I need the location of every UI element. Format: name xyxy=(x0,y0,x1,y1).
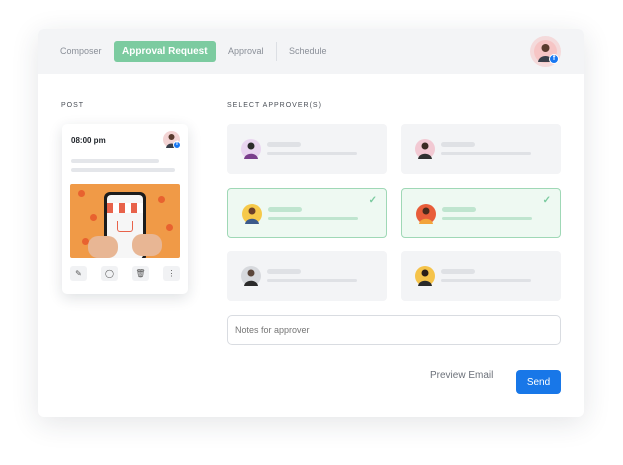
person-icon xyxy=(244,142,258,159)
approver-detail-placeholder xyxy=(442,217,532,220)
approver-name-placeholder xyxy=(441,142,475,147)
person-icon xyxy=(419,207,433,224)
orange-fruit xyxy=(90,214,97,221)
post-image xyxy=(70,184,180,258)
post-actions: ✎ ◯ 🗑 ⋮ xyxy=(70,266,180,282)
approver-name-placeholder xyxy=(441,269,475,274)
approver-card[interactable] xyxy=(401,251,561,301)
notes-for-approver-input[interactable] xyxy=(227,315,561,345)
post-preview-card[interactable]: 08:00 pm f ✎ ◯ 🗑 ⋮ xyxy=(62,124,188,294)
approver-card[interactable] xyxy=(227,124,387,174)
edit-icon[interactable]: ✎ xyxy=(70,266,87,281)
person-icon xyxy=(245,207,259,224)
hand-illustration xyxy=(132,234,162,256)
approver-card-selected[interactable]: ✓ xyxy=(401,188,561,238)
approver-name-placeholder xyxy=(268,207,302,212)
approver-detail-placeholder xyxy=(441,152,531,155)
approver-card[interactable] xyxy=(401,124,561,174)
approver-detail-placeholder xyxy=(267,279,357,282)
person-icon xyxy=(418,269,432,286)
approver-avatar xyxy=(241,139,261,159)
approver-avatar xyxy=(415,266,435,286)
post-section-label: POST xyxy=(61,102,85,109)
orange-fruit xyxy=(78,190,85,197)
approver-avatar xyxy=(416,204,436,224)
hand-illustration xyxy=(88,236,118,258)
approver-name-placeholder xyxy=(267,142,301,147)
approver-avatar xyxy=(242,204,262,224)
cart-icon xyxy=(117,221,133,232)
comment-icon[interactable]: ◯ xyxy=(101,266,118,281)
tab-approval[interactable]: Approval xyxy=(228,29,264,74)
text-placeholder-line xyxy=(71,168,175,172)
orange-fruit xyxy=(158,196,165,203)
preview-email-button[interactable]: Preview Email xyxy=(430,370,493,381)
approver-name-placeholder xyxy=(267,269,301,274)
text-placeholder-line xyxy=(71,159,159,163)
approver-card[interactable] xyxy=(227,251,387,301)
send-button[interactable]: Send xyxy=(516,370,561,394)
approver-avatar xyxy=(415,139,435,159)
approvers-section-label: SELECT APPROVER(S) xyxy=(227,102,322,109)
tab-divider xyxy=(276,42,277,61)
person-icon xyxy=(244,269,258,286)
facebook-icon: f xyxy=(549,54,559,64)
tab-bar: Composer Approval Request Approval Sched… xyxy=(38,29,584,74)
approver-detail-placeholder xyxy=(441,279,531,282)
approver-detail-placeholder xyxy=(268,217,358,220)
user-avatar[interactable]: f xyxy=(534,40,559,64)
more-icon[interactable]: ⋮ xyxy=(163,266,180,281)
approver-name-placeholder xyxy=(442,207,476,212)
shop-awning xyxy=(107,203,143,213)
post-time: 08:00 pm xyxy=(71,136,106,145)
approver-card-selected[interactable]: ✓ xyxy=(227,188,387,238)
trash-icon[interactable]: 🗑 xyxy=(132,266,149,281)
check-icon: ✓ xyxy=(368,195,377,206)
post-avatar: f xyxy=(163,131,181,149)
facebook-icon: f xyxy=(173,141,181,149)
tab-schedule[interactable]: Schedule xyxy=(289,29,327,74)
orange-fruit xyxy=(166,224,173,231)
person-icon xyxy=(418,142,432,159)
tab-composer[interactable]: Composer xyxy=(60,29,102,74)
tab-approval-request[interactable]: Approval Request xyxy=(114,41,216,62)
approver-avatar xyxy=(241,266,261,286)
approval-request-card: Composer Approval Request Approval Sched… xyxy=(38,29,584,417)
approver-detail-placeholder xyxy=(267,152,357,155)
check-icon: ✓ xyxy=(542,195,551,206)
